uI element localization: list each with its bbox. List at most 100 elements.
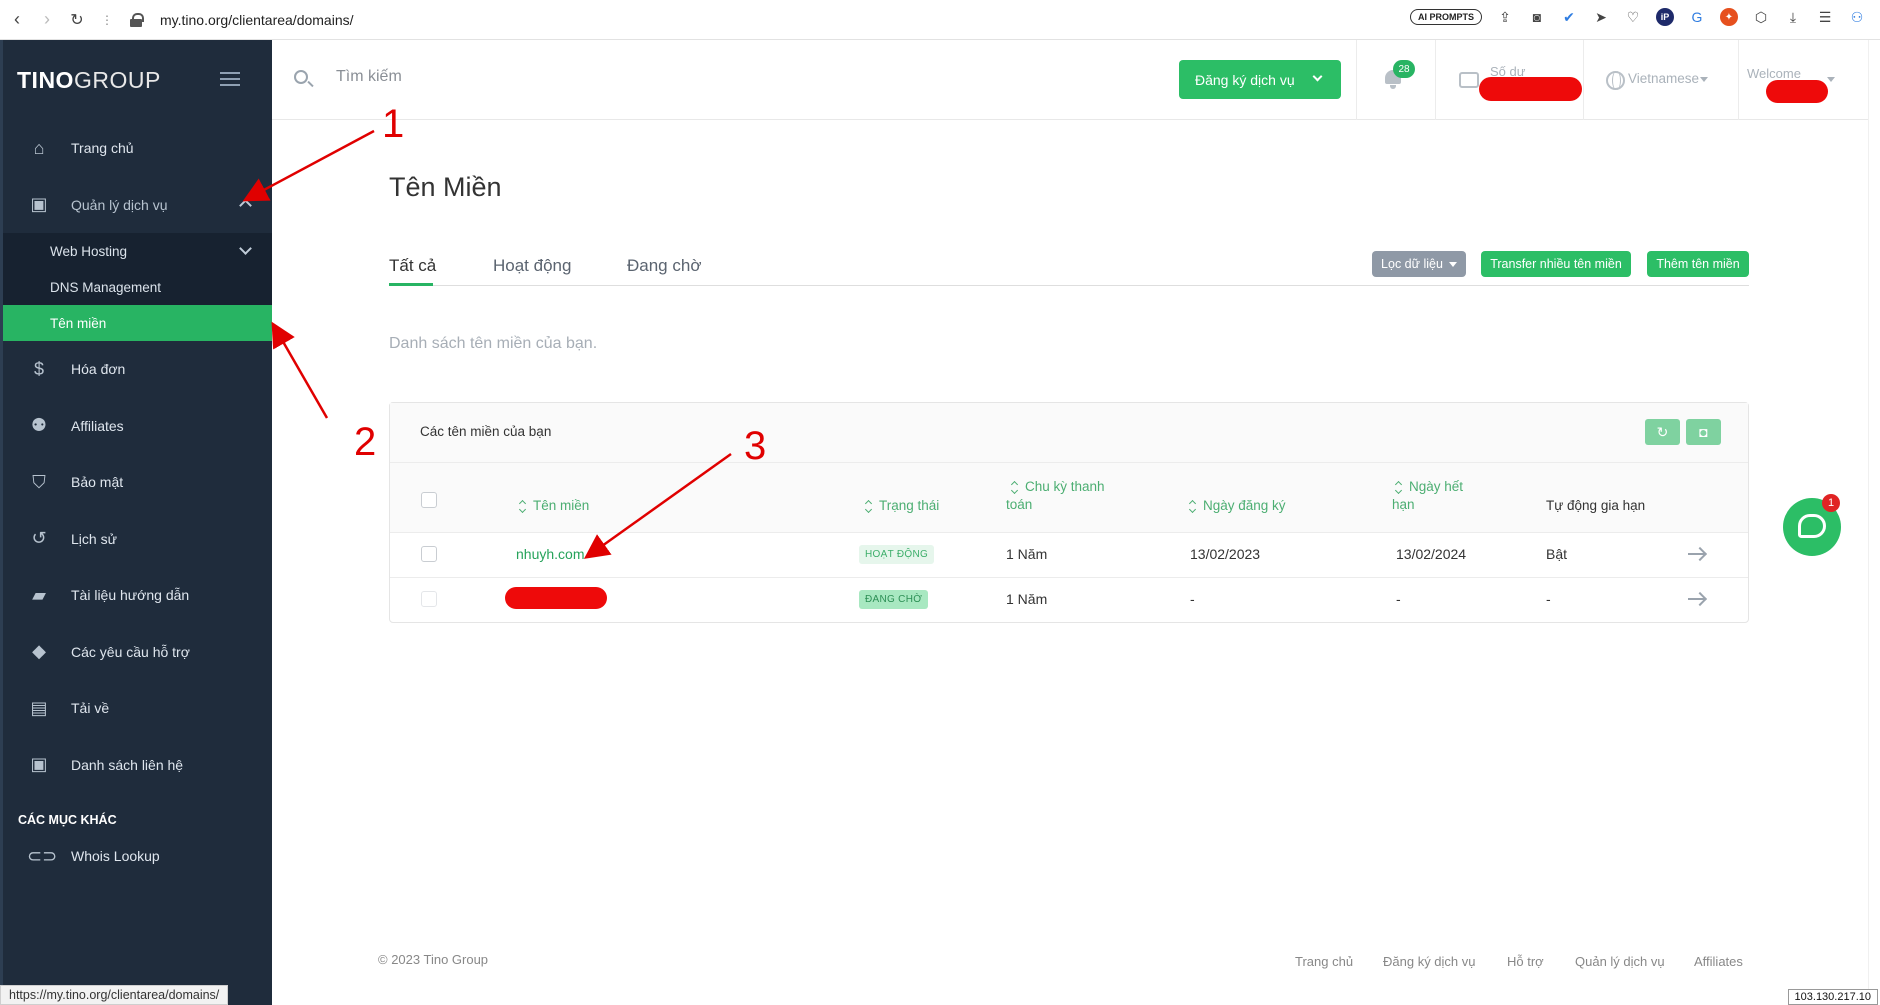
cycle-cell: 1 Năm [1006, 591, 1048, 607]
sidebar-item-docs[interactable]: ▰ Tài liệu hướng dẫn [3, 567, 272, 624]
history-icon: ↺ [31, 528, 47, 549]
sidebar-item-security[interactable]: ⛉ Bảo mật [3, 454, 272, 511]
tab-pending[interactable]: Đang chờ [627, 256, 701, 276]
sidebar-item-history[interactable]: ↺ Lịch sử [3, 511, 272, 568]
divider [1356, 40, 1357, 120]
footer-link-home[interactable]: Trang chủ [1295, 954, 1353, 969]
caret-down-icon[interactable] [1827, 77, 1835, 82]
sidebar-subitem-domains[interactable]: Tên miền [3, 305, 272, 341]
select-all-checkbox[interactable] [421, 492, 437, 508]
contact-icon: ▣ [30, 754, 48, 775]
footer-link-affiliates[interactable]: Affiliates [1694, 954, 1743, 969]
camera-icon[interactable]: ◙ [1528, 8, 1546, 26]
wallet-icon [1459, 72, 1479, 88]
sidebar-item-downloads[interactable]: ▤ Tải về [3, 680, 272, 737]
language-selector[interactable]: Vietnamese [1628, 71, 1699, 86]
sidebar-item-affiliates[interactable]: ⚉ Affiliates [3, 398, 272, 455]
download-icon[interactable]: ⤓ [1784, 8, 1802, 26]
refresh-icon[interactable]: ↻ [1645, 419, 1680, 445]
footer-copyright: © 2023 Tino Group [378, 952, 489, 967]
ip-extension-icon[interactable]: iP [1656, 8, 1674, 26]
column-exp-date[interactable]: Ngày hết hạn [1392, 478, 1463, 514]
status-badge: HOẠT ĐỘNG [859, 545, 935, 564]
row-checkbox[interactable] [421, 546, 437, 562]
menu-list-icon[interactable]: ☰ [1816, 8, 1834, 26]
active-tab-indicator [389, 283, 433, 286]
home-icon: ⌂ [33, 137, 45, 158]
divider [1583, 40, 1584, 120]
sort-icon [1190, 501, 1196, 511]
lock-icon[interactable] [130, 12, 144, 27]
sidebar-item-label: Tải về [71, 700, 110, 717]
send-icon[interactable]: ➤ [1592, 8, 1610, 26]
sidebar-item-home[interactable]: ⌂ Trang chủ [3, 120, 272, 177]
row-checkbox[interactable] [421, 591, 437, 607]
users-add-icon: ⚉ [30, 415, 48, 436]
register-service-button[interactable]: Đăng ký dịch vụ [1179, 60, 1341, 99]
sidebar-item-contacts[interactable]: ▣ Danh sách liên hệ [3, 737, 272, 794]
table-row[interactable]: nhuyh.com HOẠT ĐỘNG 1 Năm 13/02/2023 13/… [390, 533, 1748, 578]
divider [1738, 40, 1739, 120]
footer-link-support[interactable]: Hỗ trợ [1507, 954, 1544, 969]
rocket-extension-icon[interactable]: ✦ [1720, 8, 1738, 26]
footer-link-register[interactable]: Đăng ký dịch vụ [1383, 954, 1476, 969]
ai-prompts-button[interactable]: AI PROMPTS [1409, 9, 1482, 25]
screenshot-icon[interactable]: ◘ [1686, 419, 1721, 445]
redacted-username [1766, 80, 1828, 103]
column-status[interactable]: Trạng thái [866, 497, 939, 515]
sidebar-subitem-web-hosting[interactable]: Web Hosting [3, 233, 272, 269]
caret-down-icon[interactable] [1700, 77, 1708, 82]
footer-link-services[interactable]: Quản lý dịch vụ [1575, 954, 1665, 969]
table-row[interactable]: ĐANG CHỜ 1 Năm - - - [390, 578, 1748, 623]
topbar: Đăng ký dịch vụ 28 Số dư Vietnamese Welc… [272, 40, 1868, 120]
share-icon[interactable]: ⇪ [1496, 8, 1514, 26]
reload-icon[interactable]: ↻ [64, 7, 90, 33]
back-icon[interactable]: ‹ [4, 7, 30, 33]
add-domain-button[interactable]: Thêm tên miền [1647, 251, 1749, 277]
cube-icon[interactable]: ⬡ [1752, 8, 1770, 26]
annotation-number: 3 [744, 424, 767, 468]
column-exp-date-label-2: hạn [1392, 497, 1415, 512]
search-input[interactable] [336, 68, 636, 86]
search-icon[interactable] [294, 70, 308, 84]
register-service-label: Đăng ký dịch vụ [1195, 71, 1295, 88]
sidebar-item-label: Tài liệu hướng dẫn [71, 587, 190, 604]
column-cycle[interactable]: Chu kỳ thanh toán [1006, 478, 1105, 514]
welcome-label[interactable]: Welcome [1747, 66, 1801, 81]
sidebar-item-services[interactable]: ▣ Quản lý dịch vụ [3, 177, 272, 234]
arrow-right-icon[interactable] [1688, 592, 1706, 606]
sidebar-item-whois[interactable]: ⊂⊃ Whois Lookup [3, 833, 272, 879]
transfer-domains-button[interactable]: Transfer nhiều tên miền [1481, 251, 1631, 277]
globe-icon[interactable] [1606, 71, 1625, 90]
status-url-bar: https://my.tino.org/clientarea/domains/ [0, 985, 229, 1005]
sort-icon [520, 501, 526, 511]
filter-data-button[interactable]: Lọc dữ liệu [1372, 251, 1466, 277]
sidebar-item-support[interactable]: ◆ Các yêu cầu hỗ trợ [3, 624, 272, 681]
address-bar[interactable]: my.tino.org/clientarea/domains/ [160, 12, 354, 28]
domain-link[interactable]: nhuyh.com [516, 546, 584, 562]
extensions-row: AI PROMPTS ⇪ ◙ ✔ ➤ ♡ iP G ✦ ⬡ ⤓ ☰ ⚇ [1409, 8, 1866, 26]
chevron-down-icon[interactable] [239, 242, 252, 255]
divider [1435, 40, 1436, 120]
logo[interactable]: TINOGROUP [17, 67, 161, 94]
column-domain[interactable]: Tên miền [520, 497, 589, 515]
tab-active[interactable]: Hoạt động [493, 256, 571, 276]
forward-icon[interactable]: › [34, 7, 60, 33]
auto-renew-cell: Bật [1546, 546, 1568, 562]
heart-icon[interactable]: ♡ [1624, 8, 1642, 26]
check-shield-icon[interactable]: ✔ [1560, 8, 1578, 26]
card-title: Các tên miền của bạn [420, 424, 552, 439]
tab-all[interactable]: Tất cả [389, 256, 436, 276]
arrow-right-icon[interactable] [1688, 547, 1706, 561]
column-domain-label: Tên miền [533, 498, 590, 513]
chevron-up-icon[interactable] [239, 198, 252, 212]
scrollbar[interactable] [1868, 40, 1880, 1005]
hamburger-menu-icon[interactable] [220, 72, 240, 86]
translate-icon[interactable]: G [1688, 8, 1706, 26]
profile-icon[interactable]: ⚇ [1848, 8, 1866, 26]
site-info-icon[interactable]: ⋮ [94, 7, 120, 33]
sidebar-item-invoices[interactable]: $ Hóa đơn [3, 341, 272, 398]
sidebar-subitem-dns[interactable]: DNS Management [3, 269, 272, 305]
column-reg-date[interactable]: Ngày đăng ký [1190, 497, 1286, 515]
filter-data-label: Lọc dữ liệu [1381, 257, 1443, 271]
